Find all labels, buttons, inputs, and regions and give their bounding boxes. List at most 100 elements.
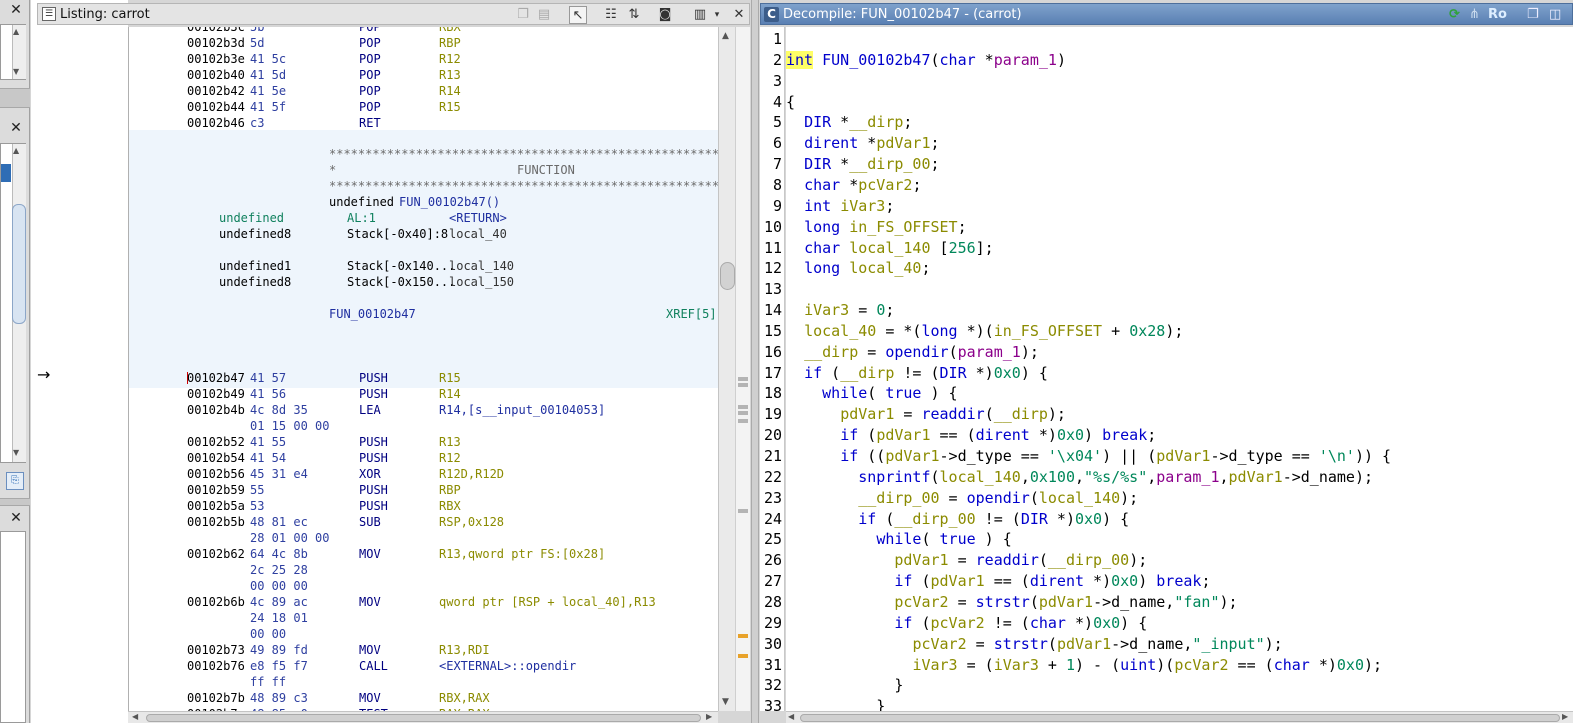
- paste-icon[interactable]: ▤: [535, 6, 553, 24]
- code-token-var[interactable]: iVar3: [804, 301, 849, 319]
- code-token-var[interactable]: __dirp: [840, 364, 894, 382]
- code-token-fn[interactable]: snprintf: [858, 468, 930, 486]
- code-line[interactable]: if (pcVar2 != (char *)0x0) {: [786, 613, 1147, 634]
- listing-row[interactable]: 00102b54 41 54 PUSH R12: [129, 450, 718, 466]
- code-line[interactable]: int iVar3;: [786, 196, 894, 217]
- listing-row[interactable]: 00102b40 41 5d POP R13: [129, 67, 718, 83]
- code-token-fn[interactable]: readdir: [921, 405, 984, 423]
- listing-hscroll-thumb[interactable]: [146, 714, 701, 722]
- listing-row[interactable]: 00102b56 45 31 e4 XOR R12D,R12D: [129, 466, 718, 482]
- graph-icon[interactable]: ⋔: [1469, 6, 1480, 24]
- code-token-var[interactable]: __dirp: [994, 405, 1048, 423]
- code-token-type[interactable]: char: [940, 51, 976, 69]
- close-icon[interactable]: ✕: [9, 121, 23, 135]
- code-line[interactable]: pdVar1 = readdir(__dirp);: [786, 404, 1066, 425]
- listing-row[interactable]: 01 15 00 00: [129, 418, 718, 434]
- copy-icon[interactable]: ❐: [514, 6, 532, 24]
- code-token-var[interactable]: __dirp: [849, 113, 903, 131]
- code-token-var[interactable]: pcVar2: [858, 176, 912, 194]
- listing-vertical-scrollbar[interactable]: ▲ ▼: [718, 27, 735, 711]
- code-token-fn[interactable]: strstr: [994, 635, 1048, 653]
- code-line[interactable]: long local_40;: [786, 258, 930, 279]
- code-token-var[interactable]: pcVar2: [1174, 656, 1228, 674]
- code-token-var[interactable]: pdVar1: [1057, 635, 1111, 653]
- code-token-num[interactable]: 256: [949, 239, 976, 257]
- function-variable-row[interactable]: undefined8 Stack[-0x150... local_150: [129, 274, 718, 290]
- listing-row[interactable]: 00102b42 41 5e POP R14: [129, 83, 718, 99]
- panel-tool-icon[interactable]: ⎘: [6, 472, 24, 490]
- code-token-num[interactable]: 0x0: [1337, 656, 1364, 674]
- code-token-var[interactable]: pdVar1: [1156, 447, 1210, 465]
- listing-row[interactable]: 28 01 00 00: [129, 530, 718, 546]
- listing-row[interactable]: 00 00 00: [129, 578, 718, 594]
- code-line[interactable]: if (__dirp != (DIR *)0x0) {: [786, 363, 1048, 384]
- code-token-var[interactable]: __dirp_00: [894, 510, 975, 528]
- code-line[interactable]: local_40 = *(long *)(in_FS_OFFSET + 0x28…: [786, 321, 1183, 342]
- scroll-up-icon[interactable]: ▲: [13, 146, 19, 155]
- overview-marker[interactable]: [738, 509, 748, 513]
- code-token-type[interactable]: char: [804, 239, 840, 257]
- snapshot-icon[interactable]: ◙: [656, 6, 674, 24]
- code-token-type[interactable]: uint: [1120, 656, 1156, 674]
- code-token-type[interactable]: dirent: [804, 134, 858, 152]
- code-line[interactable]: }: [786, 696, 885, 711]
- code-token-num[interactable]: 0x0: [1075, 510, 1102, 528]
- listing-row[interactable]: 00102b5b 48 81 ec SUB RSP,0x128: [129, 514, 718, 530]
- code-token-num[interactable]: 0: [876, 301, 885, 319]
- code-token-type[interactable]: dirent: [1030, 572, 1084, 590]
- listing-row[interactable]: ff ff: [129, 674, 718, 690]
- code-token-var[interactable]: pdVar1: [1039, 593, 1093, 611]
- code-token-var[interactable]: __dirp_00: [858, 489, 939, 507]
- code-token-kw[interactable]: true: [885, 384, 921, 402]
- code-line[interactable]: pcVar2 = strstr(pdVar1->d_name,"_input")…: [786, 634, 1282, 655]
- copy-icon[interactable]: ❐: [1527, 6, 1539, 24]
- code-token-var[interactable]: pcVar2: [912, 635, 966, 653]
- scroll-down-icon[interactable]: ▼: [722, 697, 729, 707]
- code-token-type[interactable]: char: [1030, 614, 1066, 632]
- scroll-down-icon[interactable]: ▼: [13, 67, 19, 76]
- code-line[interactable]: __dirp = opendir(param_1);: [786, 342, 1039, 363]
- decompile-code-view[interactable]: int FUN_00102b47(char *param_1){ DIR *__…: [786, 27, 1573, 711]
- read-only-toggle[interactable]: Ro: [1488, 6, 1507, 24]
- code-token-kw[interactable]: break: [1156, 572, 1201, 590]
- listing-row[interactable]: 00102b7b 48 89 c3 MOV RBX,RAX: [129, 690, 718, 706]
- code-token-type[interactable]: char: [804, 176, 840, 194]
- panel-2-scroll-thumb[interactable]: [12, 204, 26, 324]
- code-token-var[interactable]: local_40: [849, 259, 921, 277]
- listing-row[interactable]: 00102b62 64 4c 8b MOV R13,qword ptr FS:[0x2…: [129, 546, 718, 562]
- overview-marker[interactable]: [738, 377, 748, 381]
- code-token-type[interactable]: int: [786, 50, 814, 69]
- code-token-str[interactable]: "%s/%s": [1084, 468, 1147, 486]
- code-line[interactable]: __dirp_00 = opendir(local_140);: [786, 488, 1138, 509]
- code-token-var[interactable]: pdVar1: [840, 405, 894, 423]
- collapsed-panel-3[interactable]: [0, 531, 26, 723]
- code-token-fn[interactable]: readdir: [976, 551, 1039, 569]
- function-variable-row[interactable]: undefined AL:1 <RETURN>: [129, 210, 718, 226]
- code-token-num[interactable]: 0x0: [994, 364, 1021, 382]
- listing-row[interactable]: 2c 25 28: [129, 562, 718, 578]
- code-line[interactable]: pcVar2 = strstr(pdVar1->d_name,"fan");: [786, 592, 1237, 613]
- code-token-str[interactable]: "_input": [1192, 635, 1264, 653]
- listing-row[interactable]: 00102b46 c3 RET: [129, 115, 718, 131]
- decompile-hscroll-thumb[interactable]: [800, 714, 1560, 722]
- code-token-num[interactable]: 0x0: [1057, 426, 1084, 444]
- close-icon[interactable]: ✕: [9, 511, 23, 525]
- code-token-var[interactable]: in_FS_OFFSET: [849, 218, 957, 236]
- code-token-num[interactable]: 0x0: [1111, 572, 1138, 590]
- listing-row-current[interactable]: 00102b47 41 57 PUSH R15: [129, 370, 718, 386]
- listing-row[interactable]: 00102b73 49 89 fd MOV R13,RDI: [129, 642, 718, 658]
- overview-marker-bookmark[interactable]: [738, 654, 748, 658]
- code-token-param[interactable]: param_1: [958, 343, 1021, 361]
- close-icon[interactable]: ✕: [9, 3, 23, 17]
- code-token-var[interactable]: pcVar2: [931, 614, 985, 632]
- function-label-row[interactable]: FUN_00102b47 XREF[5]: [129, 306, 718, 322]
- snapshot-icon[interactable]: ◫: [1549, 6, 1561, 24]
- code-line[interactable]: iVar3 = (iVar3 + 1) - (uint)(pcVar2 == (…: [786, 655, 1382, 676]
- close-icon[interactable]: ✕: [730, 6, 748, 24]
- scroll-right-icon[interactable]: ▶: [1562, 712, 1568, 721]
- listing-row[interactable]: 24 18 01: [129, 610, 718, 626]
- code-line[interactable]: char local_140 [256];: [786, 238, 994, 259]
- code-token-var[interactable]: pdVar1: [876, 134, 930, 152]
- diff-view-icon[interactable]: ⇅: [625, 6, 643, 24]
- code-token-var[interactable]: __dirp_00: [1048, 551, 1129, 569]
